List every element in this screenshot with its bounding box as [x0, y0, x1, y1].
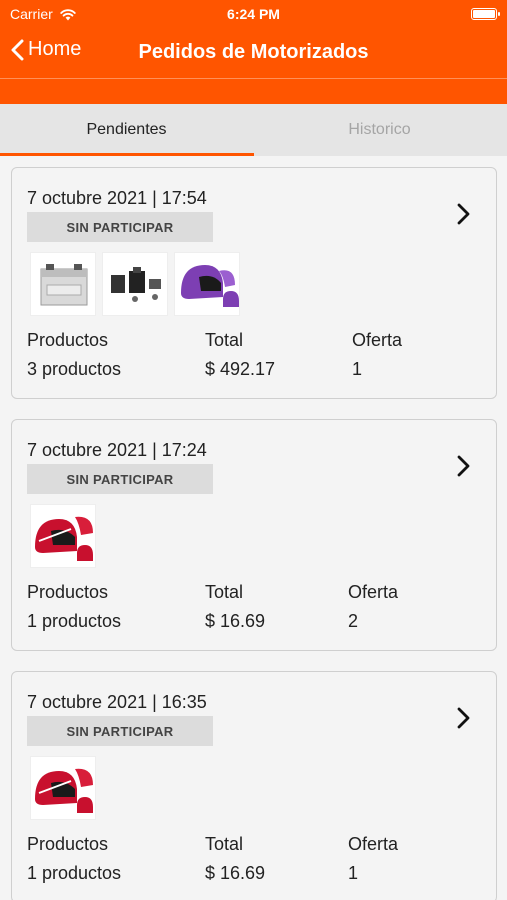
order-card[interactable]: 7 octubre 2021 | 17:24 SIN PARTICIPAR Pr…	[11, 419, 497, 651]
product-thumbnails	[30, 756, 96, 820]
order-date: 7 octubre 2021 | 17:54	[27, 188, 207, 208]
tab-historico[interactable]: Historico	[253, 104, 506, 156]
offer-value: 2	[348, 611, 359, 631]
status-badge: SIN PARTICIPAR	[27, 716, 213, 746]
offer-label: Oferta	[348, 582, 399, 602]
chevron-right-icon[interactable]	[454, 706, 472, 730]
active-tab-indicator	[0, 153, 254, 156]
battery-icon	[471, 8, 500, 20]
products-value: 1 productos	[27, 863, 122, 883]
order-date: 7 octubre 2021 | 16:35	[27, 692, 207, 712]
total-label: Total	[205, 834, 244, 854]
chevron-right-icon[interactable]	[454, 454, 472, 478]
page-title: Pedidos de Motorizados	[138, 41, 369, 63]
status-time: 6:24 PM	[227, 6, 280, 22]
product-thumbnails	[30, 252, 240, 316]
order-card[interactable]: 7 octubre 2021 | 16:35 SIN PARTICIPAR Pr…	[11, 671, 497, 900]
order-date: 7 octubre 2021 | 17:24	[27, 440, 207, 460]
products-value: 1 productos	[27, 611, 122, 631]
total-value: $ 16.69	[205, 863, 266, 883]
product-thumbnails	[30, 504, 96, 568]
order-card[interactable]: 7 octubre 2021 | 17:54 SIN PARTICIPAR Pr…	[11, 167, 497, 399]
offer-value: 1	[352, 359, 363, 379]
offer-label: Oferta	[348, 834, 399, 854]
offer-value: 1	[348, 863, 359, 883]
red-helmet-image	[30, 504, 96, 568]
status-bar: Carrier 6:24 PM	[0, 0, 507, 28]
products-value: 3 productos	[27, 359, 122, 379]
status-badge: SIN PARTICIPAR	[27, 464, 213, 494]
total-value: $ 492.17	[205, 359, 276, 379]
total-label: Total	[205, 582, 244, 602]
tab-bar: Pendientes Historico	[0, 104, 507, 156]
offer-label: Oferta	[352, 330, 403, 350]
red-helmet-image	[30, 756, 96, 820]
tab-pendientes[interactable]: Pendientes	[0, 104, 253, 156]
products-label: Productos	[27, 330, 109, 350]
navigation-bar: Home Pedidos de Motorizados	[0, 28, 507, 78]
motor-parts-image	[102, 252, 168, 316]
purple-helmet-image	[174, 252, 240, 316]
total-label: Total	[205, 330, 244, 350]
chevron-right-icon[interactable]	[454, 202, 472, 226]
app-header: Carrier 6:24 PM Home Pedidos de Motoriza…	[0, 0, 507, 104]
products-label: Productos	[27, 834, 109, 854]
battery-image	[30, 252, 96, 316]
status-badge: SIN PARTICIPAR	[27, 212, 213, 242]
products-label: Productos	[27, 582, 109, 602]
total-value: $ 16.69	[205, 611, 266, 631]
header-divider	[0, 78, 507, 79]
